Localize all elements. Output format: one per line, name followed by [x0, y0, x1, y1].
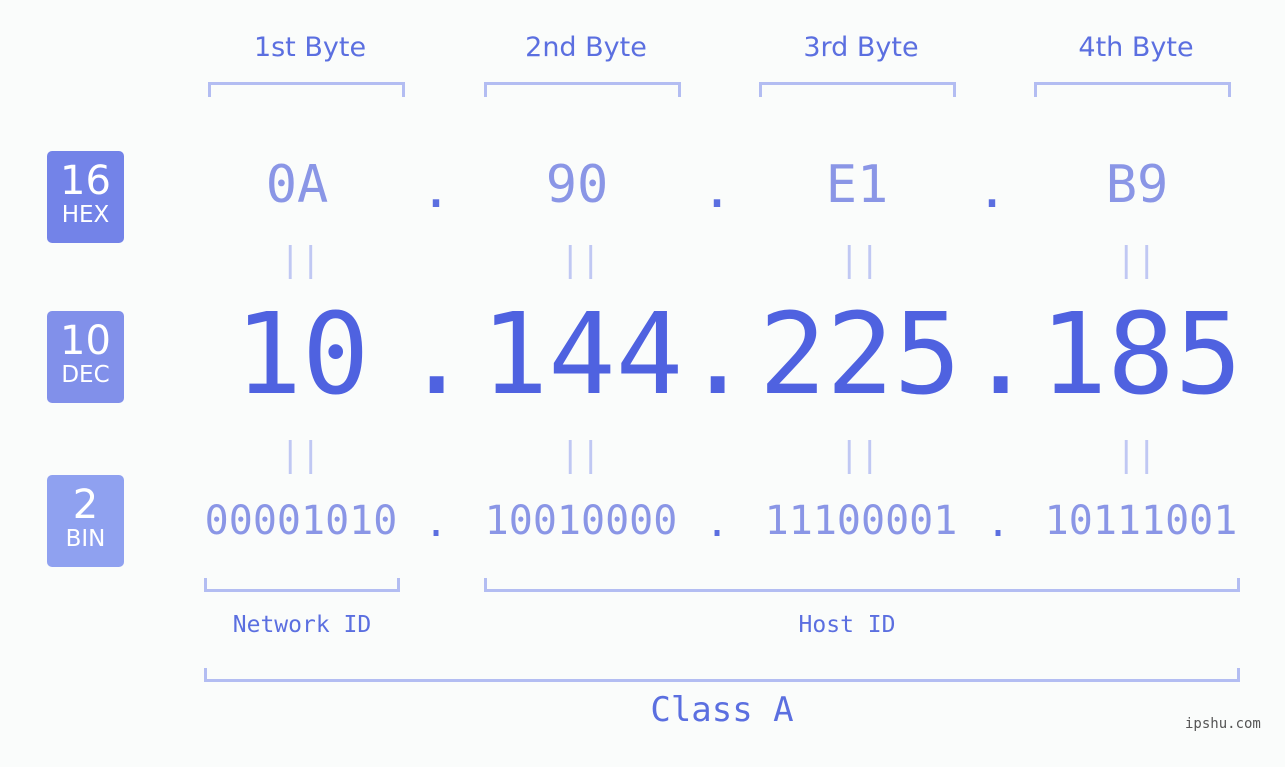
watermark: ipshu.com	[1185, 716, 1261, 732]
dec-separator: .	[403, 290, 471, 420]
hex-badge-label: HEX	[61, 202, 110, 228]
byte-bracket-2	[484, 82, 681, 97]
equals-sign: ||	[560, 240, 601, 280]
bin-value-3: 11100001	[764, 498, 958, 544]
byte-label-4: 4th Byte	[1078, 32, 1194, 63]
host-id-label: Host ID	[798, 612, 896, 638]
equals-sign: ||	[1116, 240, 1157, 280]
network-id-label: Network ID	[232, 612, 372, 638]
bin-value-1: 00001010	[204, 498, 398, 544]
network-id-bracket	[204, 578, 400, 592]
dec-separator: .	[684, 290, 752, 420]
byte-label-1: 1st Byte	[253, 32, 367, 63]
equals-sign: ||	[839, 240, 880, 280]
equals-sign: ||	[280, 435, 321, 475]
byte-bracket-4	[1034, 82, 1231, 97]
byte-bracket-3	[759, 82, 956, 97]
class-label: Class A	[650, 690, 794, 730]
dec-value-4: 185	[1039, 290, 1243, 420]
equals-sign: ||	[280, 240, 321, 280]
bin-badge: 2 BIN	[47, 475, 124, 567]
equals-sign: ||	[560, 435, 601, 475]
hex-badge-number: 16	[60, 158, 111, 204]
class-bracket	[204, 668, 1240, 682]
bin-separator: .	[423, 500, 449, 546]
equals-sign: ||	[1116, 435, 1157, 475]
host-id-bracket	[484, 578, 1240, 592]
byte-label-3: 3rd Byte	[803, 32, 919, 63]
byte-label-2: 2nd Byte	[525, 32, 647, 63]
hex-value-2: 90	[545, 155, 609, 215]
bin-badge-number: 2	[72, 482, 99, 528]
hex-value-3: E1	[825, 155, 889, 215]
hex-separator: .	[701, 160, 733, 220]
dec-value-2: 144	[480, 290, 684, 420]
bin-badge-label: BIN	[65, 526, 106, 552]
hex-separator: .	[976, 160, 1008, 220]
dec-value-1: 10	[234, 290, 370, 420]
hex-value-4: B9	[1105, 155, 1169, 215]
dec-badge: 10 DEC	[47, 311, 124, 403]
equals-sign: ||	[839, 435, 880, 475]
dec-badge-number: 10	[60, 318, 111, 364]
hex-badge: 16 HEX	[47, 151, 124, 243]
hex-separator: .	[420, 160, 452, 220]
dec-value-3: 225	[758, 290, 962, 420]
bin-value-4: 10111001	[1044, 498, 1238, 544]
hex-value-1: 0A	[265, 155, 329, 215]
dec-separator: .	[967, 290, 1035, 420]
bin-value-2: 10010000	[484, 498, 678, 544]
dec-badge-label: DEC	[61, 362, 110, 388]
byte-bracket-1	[208, 82, 405, 97]
